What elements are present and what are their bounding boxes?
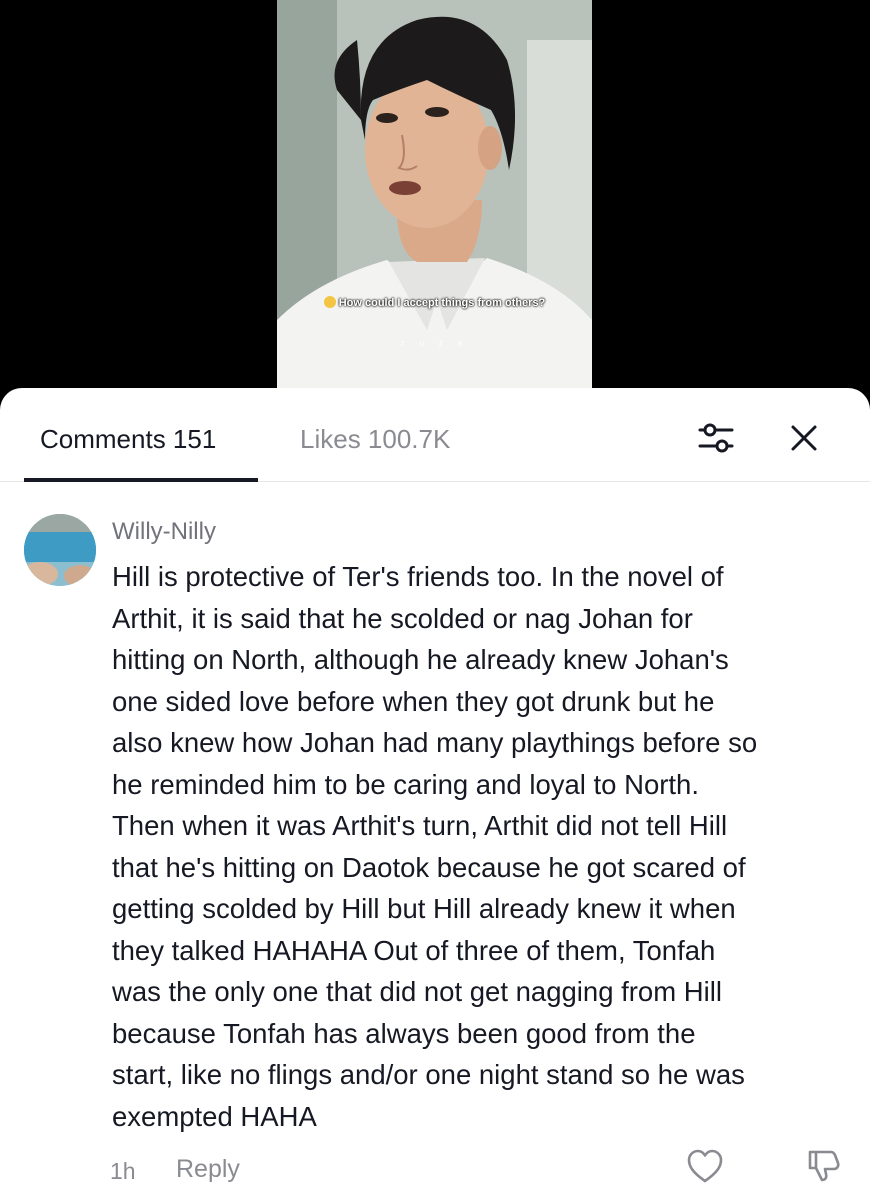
comment-line: he reminded him to be caring and loyal t… (112, 768, 699, 800)
video-player[interactable]: How could I accept things from others? z… (0, 0, 870, 420)
close-icon[interactable] (782, 416, 826, 460)
heart-icon[interactable] (686, 1148, 724, 1186)
video-caption: How could I accept things from others? (277, 296, 592, 309)
video-still-person (277, 0, 592, 388)
comment-line: Then when it was Arthit's turn, Arthit d… (112, 810, 728, 841)
comment-username[interactable]: Willy-Nilly (112, 518, 216, 546)
comment-text: Hill is protective of Ter's friends too.… (112, 556, 852, 1137)
comment-line: they talked HAHAHA Out of three of them,… (112, 934, 716, 966)
avatar[interactable] (24, 514, 96, 586)
comment-timestamp: 1h (110, 1158, 136, 1184)
tab-comments[interactable]: Comments 151 (40, 424, 216, 455)
comment-line: because Tonfah has always been good from… (112, 1017, 696, 1049)
tab-likes[interactable]: Likes 100.7K (300, 424, 450, 455)
video-frame[interactable]: How could I accept things from others? z… (277, 0, 592, 388)
thumbs-down-icon[interactable] (804, 1146, 842, 1184)
comment-line: getting scolded by Hill but Hill already… (112, 893, 736, 924)
emoji-icon (323, 296, 336, 308)
comments-sheet: Comments 151 Likes 100.7K Willy-Nilly Hi… (0, 388, 870, 1200)
comment-line: Arthit, it is said that he scolded or na… (112, 602, 693, 634)
comment-line: hitting on North, although he already kn… (112, 644, 729, 675)
comment-item: Willy-Nilly Hill is protective of Ter's … (0, 482, 870, 1200)
caption-text: How could I accept things from others? (338, 297, 546, 309)
comment-line: that he's hitting on Daotok because he g… (112, 851, 746, 883)
video-watermark: z u z a (400, 338, 469, 348)
filter-sliders-icon[interactable] (694, 416, 738, 460)
comment-line: was the only one that did not get naggin… (112, 976, 722, 1007)
comment-line: Hill is protective of Ter's friends too.… (112, 561, 724, 592)
tab-bar: Comments 151 Likes 100.7K (0, 388, 870, 482)
comment-line: also knew how Johan had many playthings … (112, 727, 758, 758)
comment-line: one sided love before when they got drun… (112, 685, 715, 717)
comment-line: start, like no flings and/or one night s… (112, 1059, 745, 1090)
comment-line: exempted HAHA (112, 1100, 317, 1132)
reply-button[interactable]: Reply (176, 1155, 240, 1184)
